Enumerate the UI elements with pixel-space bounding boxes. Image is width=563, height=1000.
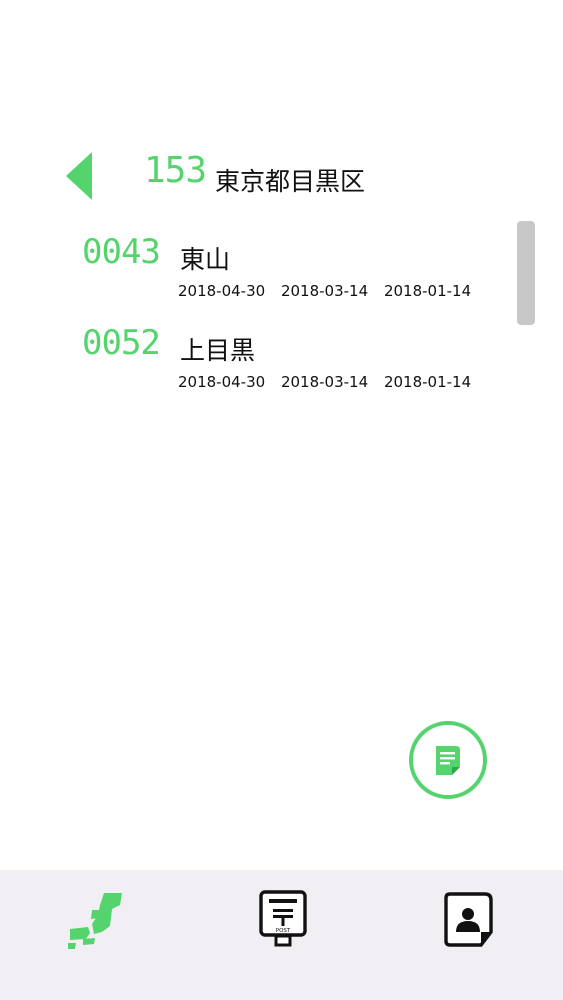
date: 2018-04-30 [178, 282, 266, 300]
post-box-icon: POST [259, 890, 307, 947]
back-button[interactable] [60, 150, 100, 202]
date: 2018-01-14 [383, 373, 472, 391]
document-fab-button[interactable] [409, 721, 487, 799]
list-item[interactable]: 0043 東山 2018-04-30 2018-03-14 2018-01-14 [0, 232, 510, 312]
area-name: 東山 [180, 245, 231, 274]
date: 2018-01-14 [383, 282, 472, 300]
page-title: 東京都目黒区 [215, 167, 366, 196]
tab-contact[interactable] [435, 888, 505, 958]
svg-text:POST: POST [276, 928, 291, 934]
list-item[interactable]: 0052 上目黒 2018-04-30 2018-03-14 2018-01-1… [0, 323, 510, 403]
japan-map-icon [68, 893, 122, 949]
tab-post[interactable]: POST [248, 888, 318, 958]
document-icon [436, 746, 460, 775]
postal-code: 0043 [82, 232, 161, 272]
postal-prefix: 153 [144, 150, 207, 191]
scrollbar[interactable] [517, 221, 535, 325]
date-list: 2018-04-30 2018-03-14 2018-01-14 [178, 373, 482, 391]
date: 2018-03-14 [280, 373, 369, 391]
tab-bar: POST [0, 870, 563, 1000]
contact-card-icon [444, 892, 493, 947]
tab-map[interactable] [62, 888, 132, 958]
date-list: 2018-04-30 2018-03-14 2018-01-14 [178, 282, 482, 300]
postal-code: 0052 [82, 323, 161, 363]
date: 2018-04-30 [178, 373, 266, 391]
area-name: 上目黒 [180, 336, 256, 365]
date: 2018-03-14 [280, 282, 369, 300]
back-arrow-icon [66, 152, 92, 200]
